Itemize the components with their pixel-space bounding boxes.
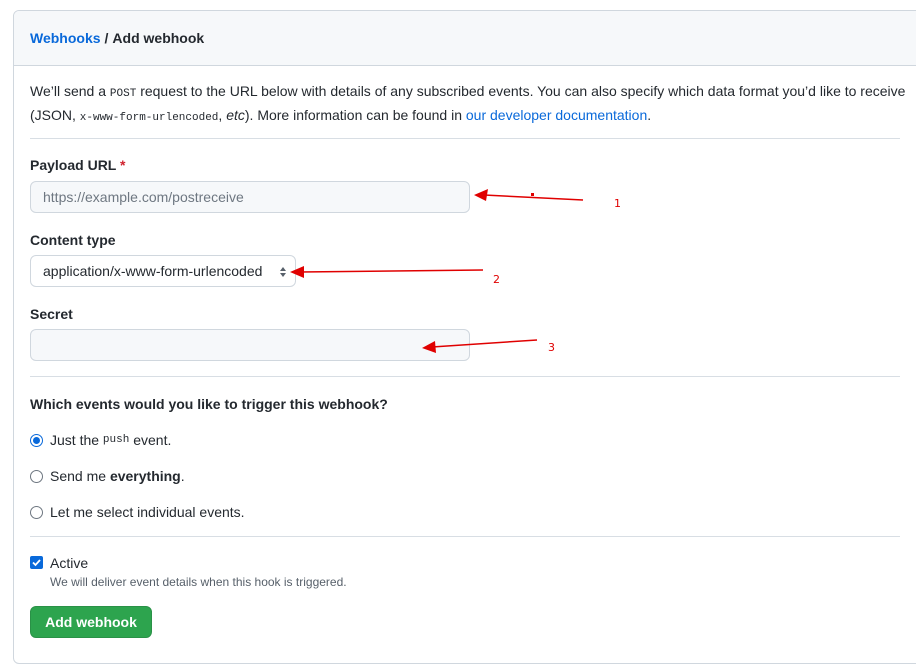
radio-push[interactable]: [30, 433, 43, 447]
radio-individual[interactable]: [30, 505, 43, 519]
post-code: POST: [109, 88, 137, 100]
event-option-push[interactable]: Just the push event.: [30, 432, 171, 448]
secret-input[interactable]: [30, 329, 470, 361]
option-text: Send me: [50, 468, 107, 484]
push-code: push: [102, 434, 130, 446]
divider: [30, 138, 900, 139]
event-option-individual[interactable]: Let me select individual events.: [30, 504, 245, 520]
intro-text: We’ll send a POST request to the URL bel…: [30, 81, 910, 129]
intro-text-part: ). More information can be found in: [244, 107, 466, 123]
etc-text: etc: [226, 107, 245, 123]
select-arrows-icon: [280, 267, 286, 277]
check-icon: [32, 559, 41, 567]
annotation-number-2: 2: [493, 273, 500, 286]
option-text: .: [180, 468, 185, 484]
option-text: Just the: [50, 432, 100, 448]
radio-everything[interactable]: [30, 469, 43, 483]
everything-bold: everything: [109, 468, 181, 484]
event-option-everything[interactable]: Send me everything.: [30, 468, 185, 484]
payload-url-label: Payload URL *: [30, 157, 125, 173]
urlencoded-code: x-www-form-urlencoded: [79, 112, 219, 124]
option-text: Let me select individual events.: [50, 504, 245, 520]
breadcrumb-separator: /: [104, 30, 109, 46]
payload-url-input[interactable]: [30, 181, 470, 213]
secret-label: Secret: [30, 306, 73, 322]
divider: [30, 536, 900, 537]
breadcrumb: Webhooks / Add webhook: [14, 11, 916, 66]
annotation-number-1: 1: [614, 197, 621, 210]
content-type-selected: application/x-www-form-urlencoded: [43, 263, 263, 279]
add-webhook-button[interactable]: Add webhook: [30, 606, 152, 638]
required-mark: *: [120, 157, 126, 173]
payload-url-label-text: Payload URL: [30, 157, 117, 173]
divider: [30, 376, 900, 377]
active-checkbox[interactable]: [30, 556, 43, 569]
active-label: Active: [50, 555, 89, 571]
intro-text-part: We’ll send a: [30, 83, 110, 99]
breadcrumb-webhooks-link[interactable]: Webhooks: [30, 30, 101, 46]
option-text: event.: [133, 432, 172, 448]
breadcrumb-current: Add webhook: [112, 30, 205, 46]
events-question: Which events would you like to trigger t…: [30, 396, 388, 412]
intro-text-part: .: [647, 107, 652, 123]
content-type-label: Content type: [30, 232, 116, 248]
developer-docs-link[interactable]: our developer documentation: [466, 107, 647, 123]
content-type-select[interactable]: application/x-www-form-urlencoded: [30, 255, 296, 287]
annotation-number-3: 3: [548, 341, 555, 354]
active-description: We will deliver event details when this …: [50, 575, 347, 589]
